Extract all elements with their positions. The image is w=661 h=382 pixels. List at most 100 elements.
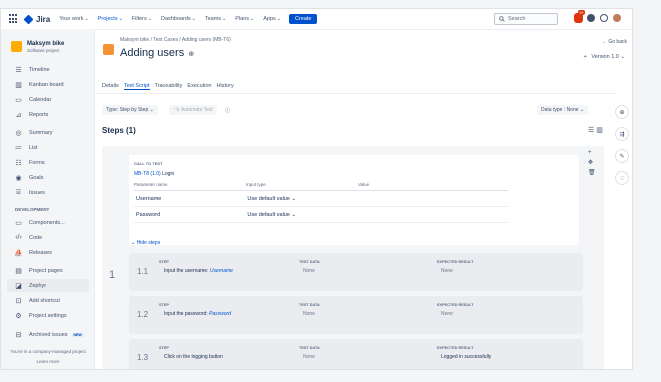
sidebar-item-timeline[interactable]: ☰ Timeline [14,66,49,74]
delete-icon[interactable]: 🗑 [588,168,596,178]
gear-icon[interactable] [600,14,608,22]
step-row[interactable]: 1.3 STEP Click on the logging button TES… [129,339,583,369]
jira-window: Jira Your work⌄ Projects⌄ Filters⌄ Dashb… [0,8,633,370]
archive-icon: ⊟ [15,332,22,339]
target-icon[interactable]: ⊕ [615,105,629,119]
sidebar-item-list[interactable]: ≔ List [14,144,38,152]
goals-icon: ◉ [15,175,22,182]
list-icon: ≔ [15,145,22,152]
info-icon[interactable]: ⓘ [221,105,234,116]
nav-dashboards[interactable]: Dashboards⌄ [161,16,196,22]
summary-icon: ◎ [15,130,22,137]
releases-icon: ⛵ [14,250,23,257]
components-icon: ▭ [15,220,22,227]
tab-history[interactable]: History [217,83,234,90]
tab-test-script[interactable]: Test Script [123,83,150,90]
steps-title: Steps (1) [102,126,136,135]
search-icon [499,16,505,22]
hide-steps-toggle[interactable]: ⌄ Hide steps [131,240,160,246]
step-text: Input the password: Password [164,311,231,317]
add-shortcut-icon: ⊡ [15,298,22,305]
zephyr-icon: ◪ [15,282,22,290]
step-row[interactable]: 1.1 STEP Input the username: Username TE… [129,253,583,291]
nav-your-work[interactable]: Your work⌄ [59,16,88,22]
avatar[interactable] [613,14,621,22]
sidebar-item-calendar[interactable]: ▭ Calendar [14,96,51,104]
test-case-icon [103,44,114,55]
outer-step-number: 1 [109,269,116,281]
sidebar-item-forms[interactable]: ☷ Forms [14,159,44,167]
learn-more-link[interactable]: Learn more [5,357,91,367]
new-badge: NEW [71,333,84,337]
attachment-icon[interactable]: ✎ [615,149,629,163]
type-select[interactable]: Type: Step by Step ⌄ [102,105,158,115]
sidebar-item-components[interactable]: ▭ Components... [14,219,65,227]
nav-plans[interactable]: Plans⌄ [235,16,254,22]
drag-icon[interactable]: ☜ [615,171,629,185]
call-to-test-label: CALL TO TEST [134,161,163,166]
project-avatar [11,41,22,52]
search-input[interactable]: Search [494,13,558,25]
screen-background: Jira Your work⌄ Projects⌄ Filters⌄ Dashb… [0,0,661,382]
sidebar-item-summary[interactable]: ◎ Summary [14,129,52,137]
sidebar-item-code[interactable]: ‹/› Code [14,234,42,241]
input-type-select[interactable]: Use default value ⌄ [247,196,358,202]
project-header[interactable]: Maksym bike Software project [11,41,64,53]
main-content: Maksym bike / Test Cases / Adding users … [95,29,632,369]
app-switcher-icon[interactable] [9,14,19,24]
sidebar-item-releases[interactable]: ⛵ Releases [14,249,52,257]
sidebar-item-kanban[interactable]: ▥ Kanban board [14,81,63,89]
nav-teams[interactable]: Teams⌄ [205,16,226,22]
tab-details[interactable]: Details [102,83,119,90]
grid-view-icon[interactable]: ▥ [596,127,603,134]
jira-logo[interactable]: Jira [23,14,50,24]
tab-execution[interactable]: Execution [187,83,211,90]
sidebar-item-archived-issues[interactable]: ⊟ Archived issues NEW [14,331,84,339]
call-to-test-block: CALL TO TEST MB-T8 (1.0) Login Parameter… [129,155,579,245]
automate-test-button[interactable]: ⁺↯ Automate Test [169,105,217,115]
collapse-icon[interactable]: ⇶ [615,127,629,141]
code-icon: ‹/› [15,234,22,241]
version-select[interactable]: + Version 1.0 ⌄ [584,54,625,60]
notifications-icon[interactable]: 9+ [574,10,585,23]
sidebar-item-goals[interactable]: ◉ Goals [14,174,43,182]
page-title: Adding users ⊕ [120,47,195,59]
called-test-link[interactable]: MB-T8 (1.0) Login [134,171,174,177]
tab-traceability[interactable]: Traceability [155,83,183,90]
step-row[interactable]: 1.2 STEP Input the password: Password TE… [129,296,583,334]
notification-count: 9+ [578,10,585,15]
project-sidebar: Maksym bike Software project ☰ Timeline ▥… [1,29,95,369]
list-view-icon[interactable]: ☰ [588,127,594,134]
jira-logo-icon [23,14,34,24]
step-text: Click on the logging button [164,354,223,360]
watch-icon[interactable]: ⊕ [188,51,194,58]
view-toggle: ☰ ▥ [588,126,603,134]
issues-icon: ⌸ [16,189,21,196]
data-type-select[interactable]: Data type : None ⌄ [537,105,589,115]
help-icon[interactable] [587,14,595,22]
tab-divider [95,93,615,94]
board-icon: ▥ [15,82,22,89]
pages-icon: ▤ [15,268,22,275]
sidebar-item-reports[interactable]: ⊿ Reports [14,111,49,119]
nav-apps[interactable]: Apps⌄ [263,16,281,22]
add-icon[interactable]: + [588,148,596,158]
nav-projects[interactable]: Projects⌄ [98,16,123,22]
sidebar-item-zephyr[interactable]: ◪ Zephyr [7,279,89,292]
forms-icon: ☷ [15,160,22,167]
step-text: Input the username: Username [164,268,233,274]
sidebar-item-project-settings[interactable]: ⚙ Project settings [14,312,66,320]
table-row: Username Use default value ⌄ [134,191,508,207]
breadcrumb[interactable]: Maksym bike / Test Cases / Adding users … [120,37,231,43]
sidebar-item-project-pages[interactable]: ▤ Project pages [14,267,62,275]
nav-filters[interactable]: Filters⌄ [132,16,152,22]
sidebar-item-issues[interactable]: ⌸ Issues [14,189,45,197]
sidebar-item-add-shortcut[interactable]: ⊡ Add shortcut [14,297,60,305]
input-type-select[interactable]: Use default value ⌄ [247,212,358,218]
move-icon[interactable]: ✥ [588,158,596,168]
parameter-table-header: Parameter name Input type Value [134,182,508,191]
create-button[interactable]: Create [288,14,318,24]
parameter-table: Parameter name Input type Value Username… [134,182,508,223]
top-navigation: Jira Your work⌄ Projects⌄ Filters⌄ Dashb… [1,9,632,30]
go-back-button[interactable]: ← Go back [602,39,627,45]
